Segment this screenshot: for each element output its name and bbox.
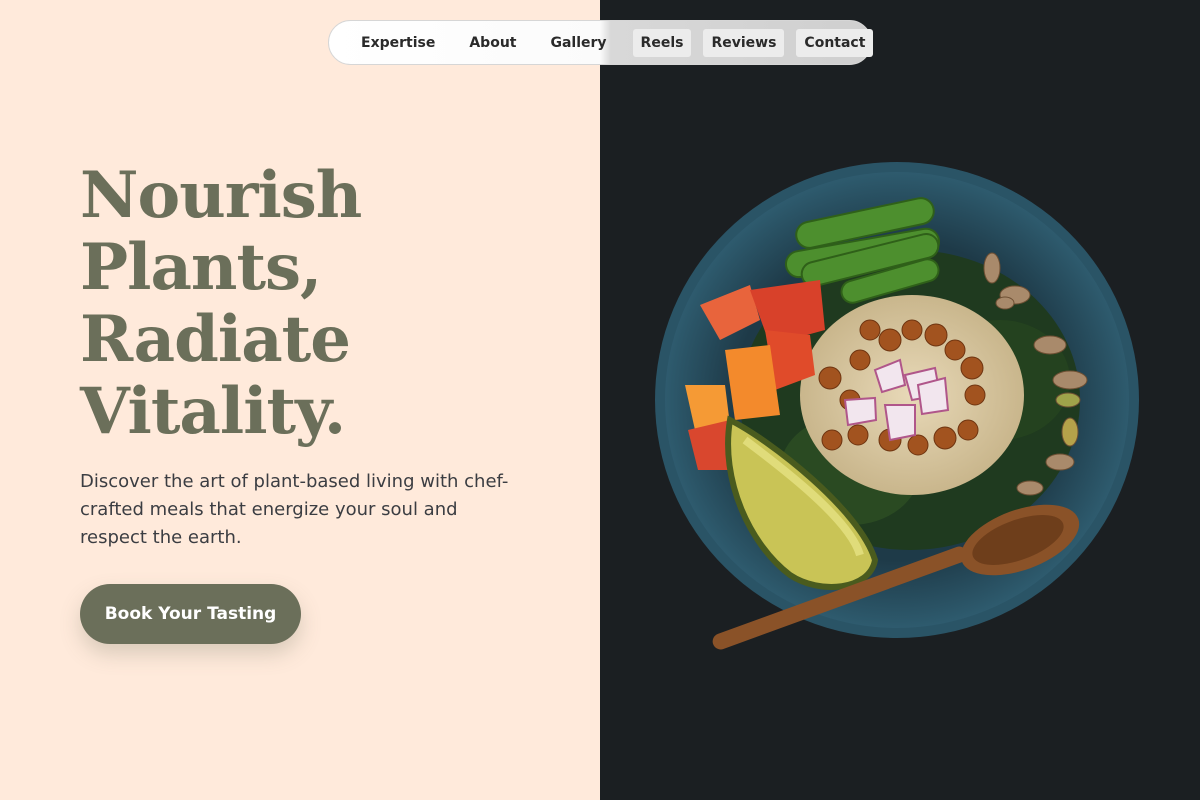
nav-item-gallery[interactable]: Gallery [542, 29, 614, 57]
book-tasting-button[interactable]: Book Your Tasting [80, 584, 301, 644]
hero-photo [600, 0, 1200, 800]
nav-item-reviews[interactable]: Reviews [703, 28, 785, 57]
nav-item-about[interactable]: About [461, 29, 524, 57]
nav-item-contact[interactable]: Contact [796, 28, 874, 57]
food-bowl-illustration [600, 0, 1200, 800]
hero-title-line: Nourish [80, 158, 362, 233]
hero-title-line: Vitality. [80, 374, 346, 449]
nav-item-expertise[interactable]: Expertise [353, 29, 443, 57]
hero-title-line: Plants, [80, 230, 322, 305]
main-nav: Expertise About Gallery Reels Reviews Co… [328, 20, 874, 65]
nav-item-reels[interactable]: Reels [632, 28, 692, 57]
hero-title-line: Radiate [80, 302, 351, 377]
hero-title: Nourish Plants, Radiate Vitality. [80, 160, 560, 448]
hero-description: Discover the art of plant-based living w… [80, 471, 509, 548]
